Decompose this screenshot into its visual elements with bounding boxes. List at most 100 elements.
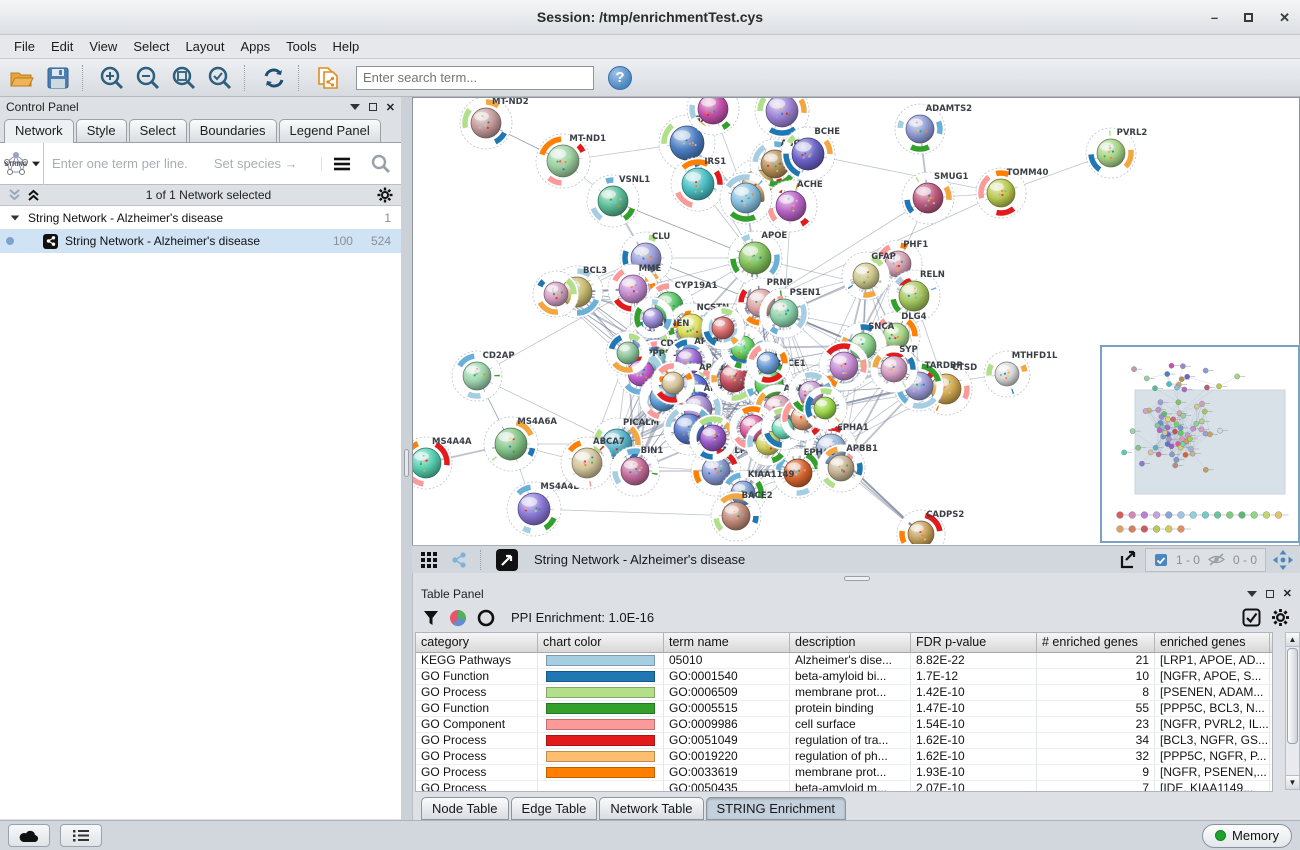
tab-boundaries[interactable]: Boundaries — [189, 119, 277, 142]
column-header-enriched-genes[interactable]: enriched genes — [1155, 633, 1270, 652]
network-node-mt-nd1[interactable]: MT-ND1 — [536, 134, 606, 188]
save-session-icon[interactable] — [42, 63, 74, 93]
tab-network[interactable]: Network — [4, 119, 74, 143]
tree-expander-icon[interactable] — [11, 215, 20, 220]
network-node-smug1[interactable]: SMUG1 — [902, 172, 968, 224]
string-db-dropdown-icon[interactable] — [32, 161, 40, 166]
column-header-description[interactable]: description — [790, 633, 911, 652]
menu-view[interactable]: View — [81, 37, 125, 56]
network-row-selected[interactable]: String Network - Alzheimer's disease 100… — [0, 229, 401, 253]
column-header--enriched-genes[interactable]: # enriched genes — [1037, 633, 1155, 652]
network-node-adamts2[interactable]: ADAMTS2 — [895, 104, 972, 154]
close-panel-icon[interactable]: ✕ — [386, 101, 395, 114]
minimize-icon[interactable]: – — [1211, 10, 1218, 25]
zoom-selected-icon[interactable] — [204, 63, 236, 93]
network-node-pvrl2[interactable]: PVRL2 — [1086, 128, 1147, 178]
help-icon[interactable]: ? — [608, 66, 632, 90]
table-row[interactable]: GO ProcessGO:0019220regulation of ph...1… — [416, 749, 1272, 765]
filter-icon[interactable] — [423, 610, 439, 626]
menu-tools[interactable]: Tools — [278, 37, 324, 56]
open-session-icon[interactable] — [6, 63, 38, 93]
table-close-icon[interactable]: ✕ — [1283, 587, 1292, 600]
task-history-icon[interactable] — [60, 824, 102, 847]
tab-style[interactable]: Style — [76, 119, 127, 142]
string-logo-icon[interactable]: STRING — [0, 143, 44, 185]
tab-node-table[interactable]: Node Table — [421, 797, 509, 820]
float-panel-icon[interactable] — [369, 103, 377, 111]
table-settings-gear-icon[interactable] — [1271, 608, 1290, 627]
collapse-all-icon[interactable] — [8, 189, 21, 201]
enrichment-table-rows[interactable]: KEGG Pathways05010Alzheimer's dise...8.8… — [416, 653, 1272, 791]
table-row[interactable]: GO FunctionGO:0005515protein binding1.47… — [416, 701, 1272, 717]
share-network-icon[interactable] — [446, 548, 472, 572]
menu-select[interactable]: Select — [125, 37, 177, 56]
table-row[interactable]: KEGG Pathways05010Alzheimer's dise...8.8… — [416, 653, 1272, 669]
network-node-ms4a4e[interactable]: MS4A4E — [507, 482, 579, 536]
automation-cloud-icon[interactable] — [8, 824, 50, 847]
search-input[interactable] — [356, 66, 594, 90]
expand-all-icon[interactable] — [27, 189, 40, 201]
network-node-tomm40[interactable]: TOMM40 — [976, 168, 1048, 218]
column-header-term-name[interactable]: term name — [664, 633, 790, 652]
network-node[interactable] — [606, 331, 650, 375]
table-row[interactable]: GO ProcessGO:0006509membrane prot...1.42… — [416, 685, 1272, 701]
column-header-FDR-p-value[interactable]: FDR p-value — [911, 633, 1037, 652]
donut-chart-icon[interactable] — [477, 609, 495, 627]
tab-legend-panel[interactable]: Legend Panel — [279, 119, 381, 142]
network-node-ms4a4a[interactable]: MS4A4A — [413, 437, 472, 489]
table-row[interactable]: GO ProcessGO:0050435beta-amyloid m...2.0… — [416, 781, 1272, 791]
menu-layout[interactable]: Layout — [177, 37, 232, 56]
refresh-icon[interactable] — [258, 63, 290, 93]
string-search-icon[interactable] — [361, 154, 401, 174]
navigator-viewport[interactable] — [1135, 390, 1285, 494]
zoom-out-icon[interactable] — [132, 63, 164, 93]
table-scrollbar[interactable]: ▲ ▼ — [1285, 632, 1300, 790]
maximize-icon[interactable] — [1244, 13, 1253, 22]
network-from-file-icon[interactable] — [312, 63, 344, 93]
table-row[interactable]: GO FunctionGO:0001540beta-amyloid bi...1… — [416, 669, 1272, 685]
menu-file[interactable]: File — [6, 37, 43, 56]
network-node-vsnl1[interactable]: VSNL1 — [587, 175, 650, 227]
zoom-fit-icon[interactable] — [168, 63, 200, 93]
panel-menu-icon[interactable] — [350, 104, 360, 110]
network-node-mt-nd2[interactable]: MT-ND2 — [460, 98, 529, 149]
table-float-icon[interactable] — [1266, 590, 1274, 598]
tab-string-enrichment[interactable]: STRING Enrichment — [706, 797, 846, 820]
export-network-icon[interactable] — [1115, 548, 1141, 572]
network-node-cd2ap[interactable]: CD2AP — [452, 351, 515, 401]
table-panel-menu-icon[interactable] — [1247, 591, 1257, 597]
menu-apps[interactable]: Apps — [233, 37, 279, 56]
select-all-checkbox-icon[interactable] — [1242, 608, 1261, 627]
scroll-down-icon[interactable]: ▼ — [1286, 775, 1299, 789]
network-options-gear-icon[interactable] — [377, 187, 393, 203]
network-node-gfap[interactable]: GFAP — [842, 252, 896, 300]
scroll-up-icon[interactable]: ▲ — [1286, 633, 1299, 647]
navigator-toggle-icon[interactable] — [1270, 548, 1296, 572]
close-icon[interactable]: ✕ — [1279, 10, 1290, 26]
scroll-thumb[interactable] — [1287, 648, 1298, 744]
enrichment-table-header[interactable]: categorychart colorterm namedescriptionF… — [416, 633, 1272, 653]
pie-chart-icon[interactable] — [449, 609, 467, 627]
network-node-cadps2[interactable]: CADPS2 — [897, 510, 964, 544]
column-header-chart-color[interactable]: chart color — [538, 633, 664, 652]
network-node-bin1[interactable]: BIN1 — [610, 446, 663, 496]
network-node-bace2[interactable]: BACE2 — [711, 491, 773, 541]
divider-grip[interactable] — [404, 449, 409, 477]
column-header-category[interactable]: category — [416, 633, 538, 652]
panel-divider[interactable] — [401, 97, 412, 820]
navigator-thumbnail[interactable] — [1102, 347, 1298, 541]
network-node-mthfd1l[interactable]: MTHFD1L — [984, 351, 1058, 397]
string-options-icon[interactable] — [321, 157, 361, 171]
annotation-mode-icon[interactable] — [494, 548, 520, 572]
enrichment-table[interactable]: categorychart colorterm namedescriptionF… — [415, 632, 1273, 792]
table-panel-grip[interactable] — [844, 576, 870, 581]
tab-edge-table[interactable]: Edge Table — [511, 797, 598, 820]
zoom-in-icon[interactable] — [96, 63, 128, 93]
string-query-input[interactable]: Enter one term per line. Set species → — [44, 156, 321, 171]
tab-select[interactable]: Select — [129, 119, 187, 142]
menu-edit[interactable]: Edit — [43, 37, 81, 56]
tab-network-table[interactable]: Network Table — [599, 797, 703, 820]
menu-help[interactable]: Help — [325, 37, 368, 56]
network-navigator[interactable] — [1100, 345, 1300, 543]
table-row[interactable]: GO ProcessGO:0051049regulation of tra...… — [416, 733, 1272, 749]
